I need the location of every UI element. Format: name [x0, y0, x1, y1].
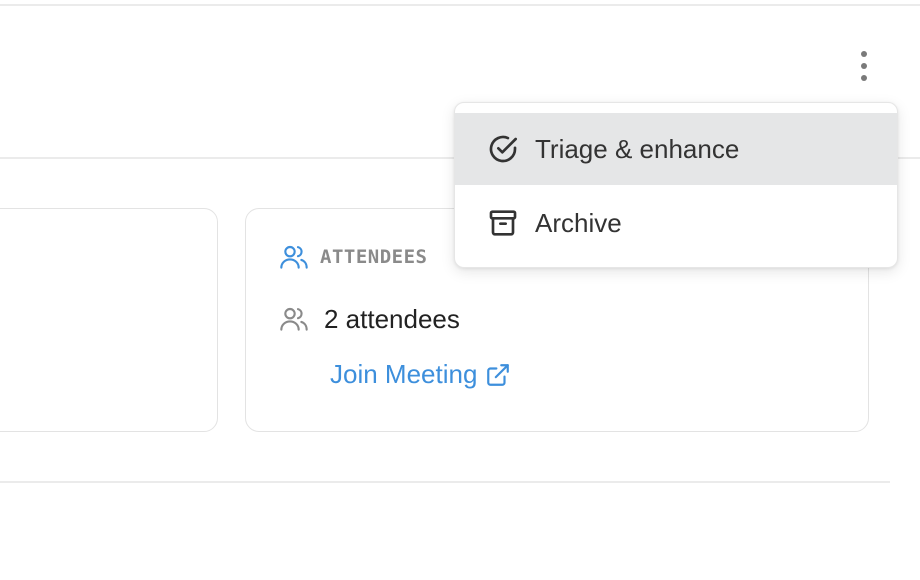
- details-card: [0, 208, 218, 432]
- bottom-divider: [0, 481, 890, 483]
- users-icon: [278, 241, 310, 273]
- attendee-count: 2 attendees: [324, 303, 460, 334]
- join-meeting-link[interactable]: Join Meeting: [330, 359, 511, 390]
- check-circle-icon: [487, 133, 519, 165]
- users-icon: [278, 303, 310, 335]
- more-vertical-icon: [860, 49, 868, 83]
- attendees-section-header: ATTENDEES: [278, 241, 427, 273]
- top-divider: [0, 4, 920, 6]
- menu-item-archive[interactable]: Archive: [455, 187, 897, 259]
- archive-icon: [487, 207, 519, 239]
- menu-item-triage-enhance[interactable]: Triage & enhance: [455, 113, 897, 185]
- menu-item-label: Archive: [535, 207, 622, 238]
- menu-item-label: Triage & enhance: [535, 133, 740, 164]
- external-link-icon: [485, 362, 511, 388]
- page: ATTENDEES 2 attendees Join Meeting Triag…: [0, 0, 920, 580]
- join-meeting-label: Join Meeting: [330, 359, 478, 389]
- more-options-button[interactable]: [846, 46, 882, 86]
- attendees-section-title: ATTENDEES: [320, 246, 428, 268]
- attendee-count-row: 2 attendees: [278, 303, 460, 335]
- more-options-menu: Triage & enhance Archive: [454, 102, 898, 268]
